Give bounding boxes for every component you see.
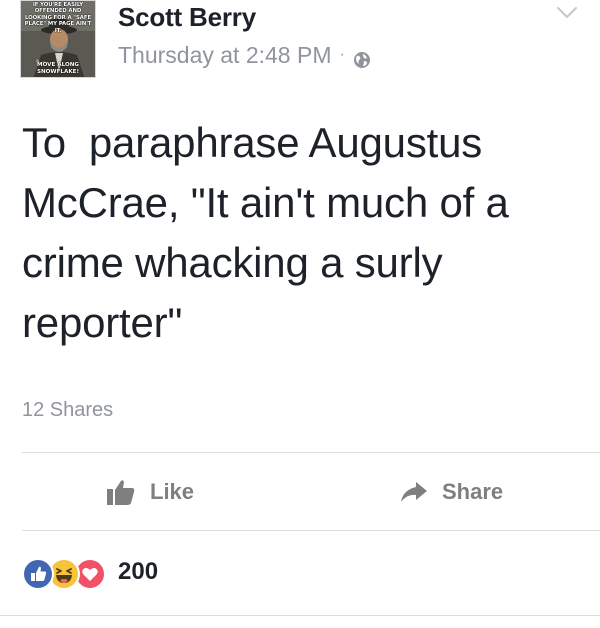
share-button[interactable]: Share [400, 453, 503, 530]
meta-separator: · [339, 46, 345, 63]
post-header: IF YOU'RE EASILY OFFENDED AND LOOKING FO… [0, 0, 600, 92]
share-arrow-icon [401, 481, 427, 502]
divider [22, 530, 600, 531]
globe-icon[interactable] [353, 46, 371, 68]
action-bar: Like Share [0, 453, 600, 530]
author-name[interactable]: Scott Berry [118, 2, 256, 32]
reactions-summary[interactable]: 200 [22, 555, 159, 590]
chevron-down-icon[interactable] [556, 6, 578, 20]
like-button[interactable]: Like [106, 453, 194, 530]
post-meta: Thursday at 2:48 PM · [118, 40, 371, 70]
divider [0, 615, 600, 616]
thumbs-up-icon [107, 479, 135, 505]
author-avatar[interactable]: IF YOU'RE EASILY OFFENDED AND LOOKING FO… [20, 0, 96, 78]
avatar-meme-bottom-text: MOVE ALONG SNOWFLAKE! [36, 62, 80, 75]
like-reaction-icon [22, 558, 54, 590]
avatar-meme-top-text: IF YOU'RE EASILY OFFENDED AND LOOKING FO… [24, 2, 92, 34]
reaction-icons [22, 555, 122, 590]
like-label: Like [150, 478, 195, 504]
post-text: To paraphrase Augustus McCrae, "It ain't… [22, 119, 521, 346]
post-timestamp[interactable]: Thursday at 2:48 PM [118, 40, 332, 70]
reaction-count: 200 [118, 558, 159, 585]
share-label: Share [442, 478, 504, 504]
shares-count[interactable]: 12 Shares [22, 396, 113, 424]
